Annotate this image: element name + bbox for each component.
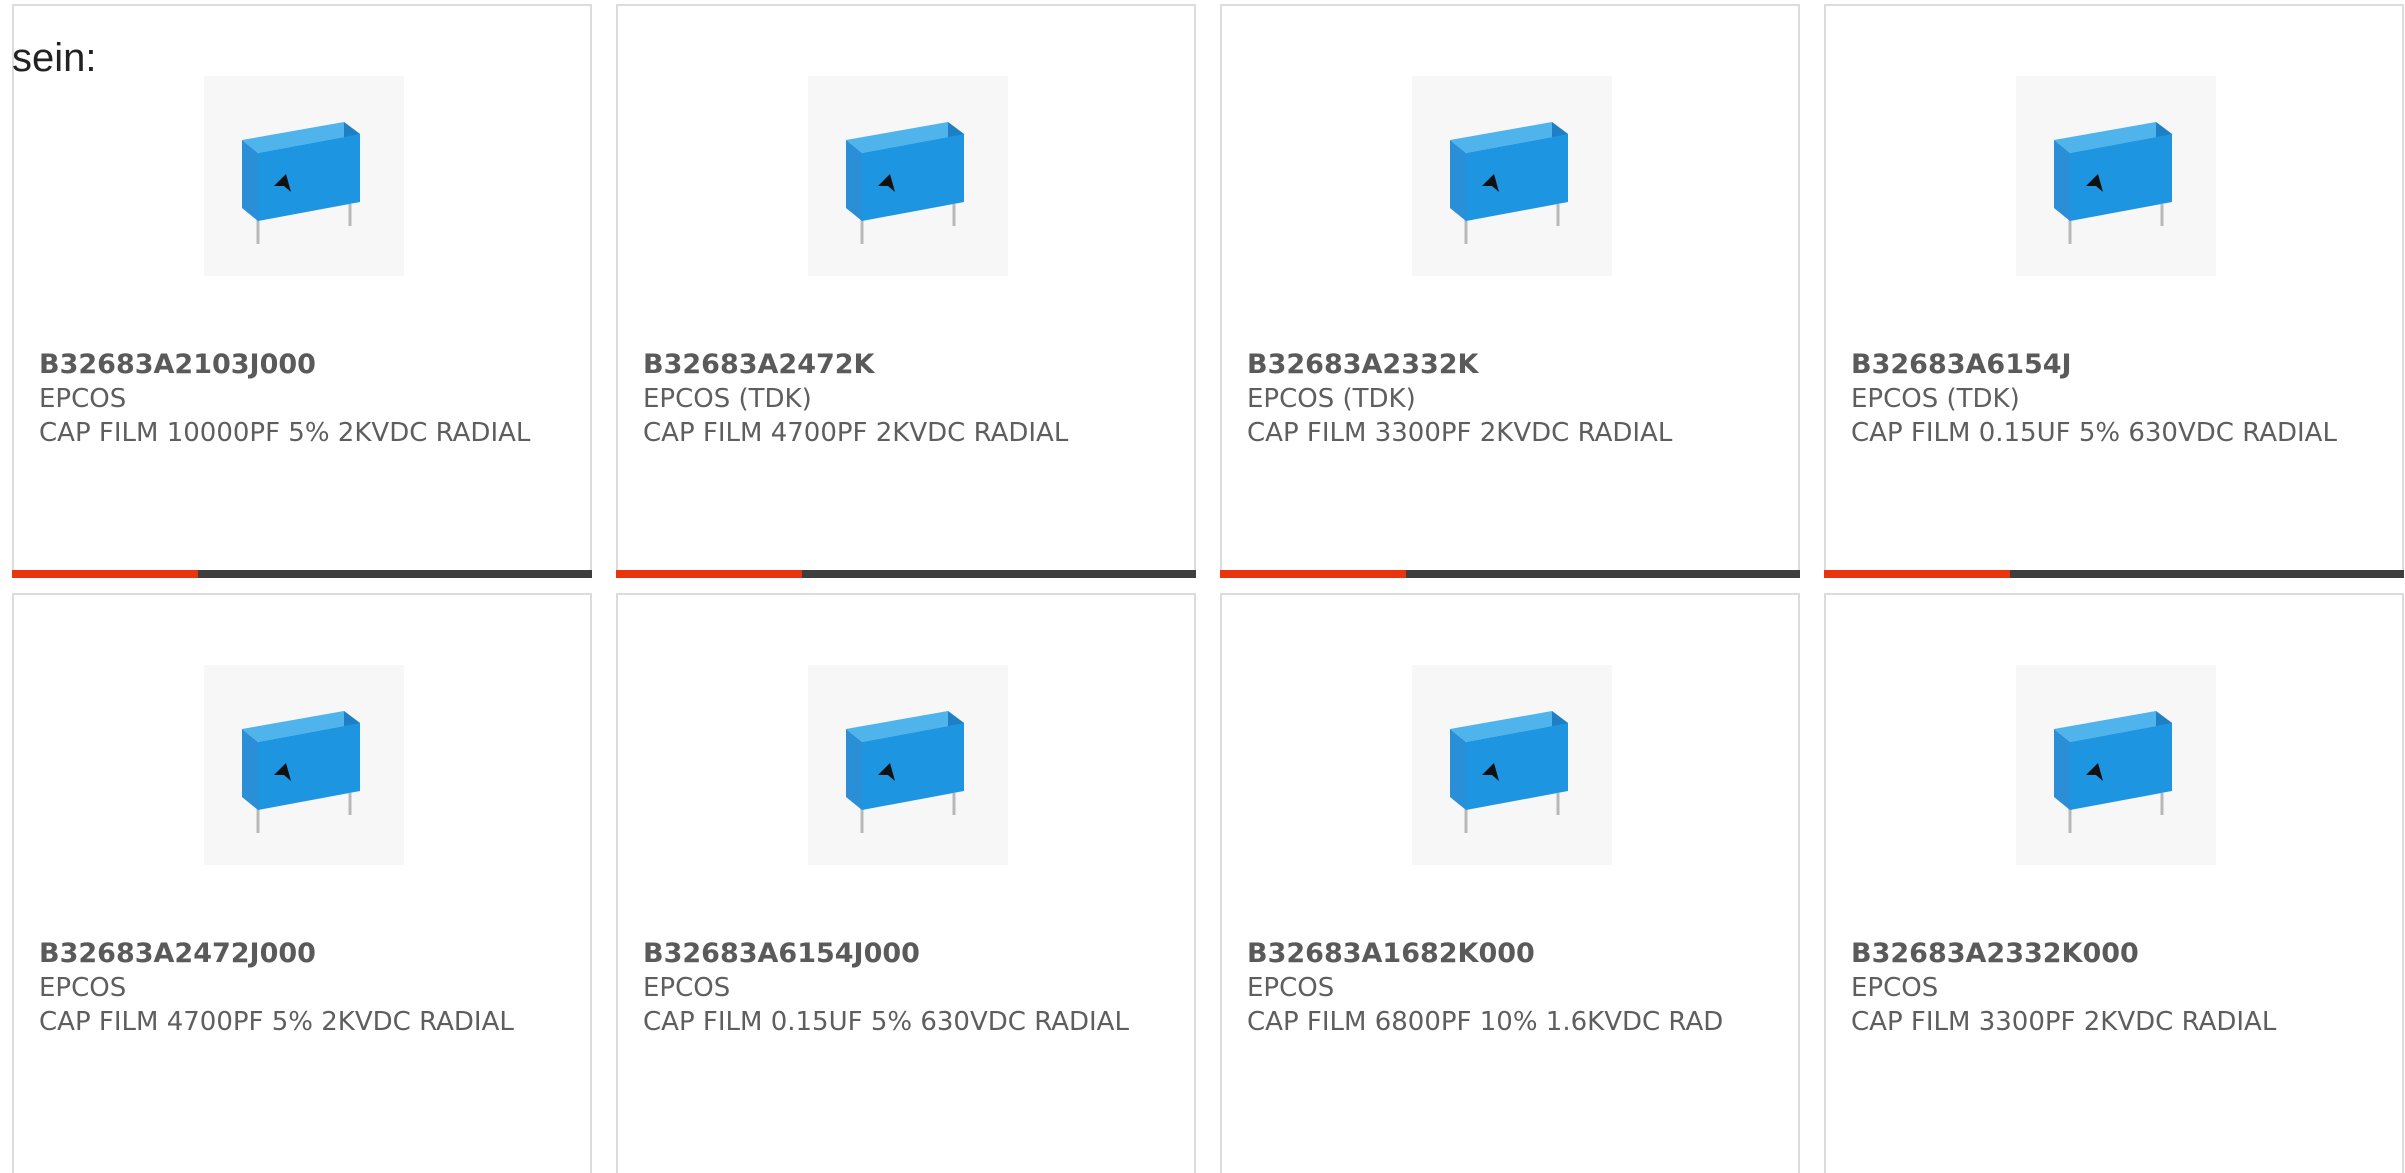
manufacturer: EPCOS (TDK) [643, 384, 812, 414]
part-number[interactable]: B32683A2472J000 [39, 937, 566, 971]
product-description: CAP FILM 10000PF 5% 2KVDC RADIAL [39, 418, 531, 448]
product-info: B32683A2103J000 EPCOS CAP FILM 10000PF 5… [39, 348, 566, 450]
progress-fill [1824, 570, 2010, 578]
progress-bar [616, 570, 1196, 578]
product-info: B32683A2332K EPCOS (TDK) CAP FILM 3300PF… [1247, 348, 1774, 450]
product-grid: B32683A2103J000 EPCOS CAP FILM 10000PF 5… [12, 4, 2405, 1173]
manufacturer: EPCOS (TDK) [1851, 384, 2020, 414]
product-card[interactable]: B32683A2472J000 EPCOS CAP FILM 4700PF 5%… [12, 593, 592, 1173]
product-card[interactable]: B32683A6154J000 EPCOS CAP FILM 0.15UF 5%… [616, 593, 1196, 1173]
film-capacitor-icon[interactable] [204, 665, 404, 865]
part-number[interactable]: B32683A6154J000 [643, 937, 1170, 971]
film-capacitor-icon[interactable] [808, 76, 1008, 276]
manufacturer: EPCOS [39, 973, 127, 1003]
product-description: CAP FILM 0.15UF 5% 630VDC RADIAL [1851, 418, 2337, 448]
product-description: CAP FILM 0.15UF 5% 630VDC RADIAL [643, 1007, 1129, 1037]
film-capacitor-icon[interactable] [2016, 665, 2216, 865]
product-description: CAP FILM 6800PF 10% 1.6KVDC RAD [1247, 1007, 1724, 1037]
manufacturer: EPCOS [643, 973, 731, 1003]
product-info: B32683A2332K000 EPCOS CAP FILM 3300PF 2K… [1851, 937, 2378, 1039]
part-number[interactable]: B32683A1682K000 [1247, 937, 1774, 971]
progress-fill [1220, 570, 1406, 578]
product-card[interactable]: B32683A1682K000 EPCOS CAP FILM 6800PF 10… [1220, 593, 1800, 1173]
manufacturer: EPCOS (TDK) [1247, 384, 1416, 414]
progress-bar [1220, 570, 1800, 578]
product-description: CAP FILM 3300PF 2KVDC RADIAL [1247, 418, 1673, 448]
product-description: CAP FILM 3300PF 2KVDC RADIAL [1851, 1007, 2277, 1037]
progress-bar [12, 570, 592, 578]
part-number[interactable]: B32683A2332K000 [1851, 937, 2378, 971]
film-capacitor-icon[interactable] [2016, 76, 2216, 276]
manufacturer: EPCOS [1247, 973, 1335, 1003]
film-capacitor-icon[interactable] [808, 665, 1008, 865]
product-info: B32683A2472K EPCOS (TDK) CAP FILM 4700PF… [643, 348, 1170, 450]
product-card[interactable]: B32683A6154J EPCOS (TDK) CAP FILM 0.15UF… [1824, 4, 2404, 578]
product-info: B32683A6154J EPCOS (TDK) CAP FILM 0.15UF… [1851, 348, 2378, 450]
intro-text: sein: [12, 36, 97, 80]
manufacturer: EPCOS [1851, 973, 1939, 1003]
part-number[interactable]: B32683A2103J000 [39, 348, 566, 382]
product-description: CAP FILM 4700PF 5% 2KVDC RADIAL [39, 1007, 514, 1037]
product-info: B32683A1682K000 EPCOS CAP FILM 6800PF 10… [1247, 937, 1774, 1039]
product-info: B32683A2472J000 EPCOS CAP FILM 4700PF 5%… [39, 937, 566, 1039]
part-number[interactable]: B32683A2332K [1247, 348, 1774, 382]
product-card[interactable]: B32683A2103J000 EPCOS CAP FILM 10000PF 5… [12, 4, 592, 578]
film-capacitor-icon[interactable] [1412, 76, 1612, 276]
product-card[interactable]: B32683A2472K EPCOS (TDK) CAP FILM 4700PF… [616, 4, 1196, 578]
progress-fill [616, 570, 802, 578]
product-description: CAP FILM 4700PF 2KVDC RADIAL [643, 418, 1069, 448]
product-card[interactable]: B32683A2332K000 EPCOS CAP FILM 3300PF 2K… [1824, 593, 2404, 1173]
product-info: B32683A6154J000 EPCOS CAP FILM 0.15UF 5%… [643, 937, 1170, 1039]
part-number[interactable]: B32683A2472K [643, 348, 1170, 382]
progress-fill [12, 570, 198, 578]
film-capacitor-icon[interactable] [204, 76, 404, 276]
progress-bar [1824, 570, 2404, 578]
manufacturer: EPCOS [39, 384, 127, 414]
product-card[interactable]: B32683A2332K EPCOS (TDK) CAP FILM 3300PF… [1220, 4, 1800, 578]
film-capacitor-icon[interactable] [1412, 665, 1612, 865]
part-number[interactable]: B32683A6154J [1851, 348, 2378, 382]
